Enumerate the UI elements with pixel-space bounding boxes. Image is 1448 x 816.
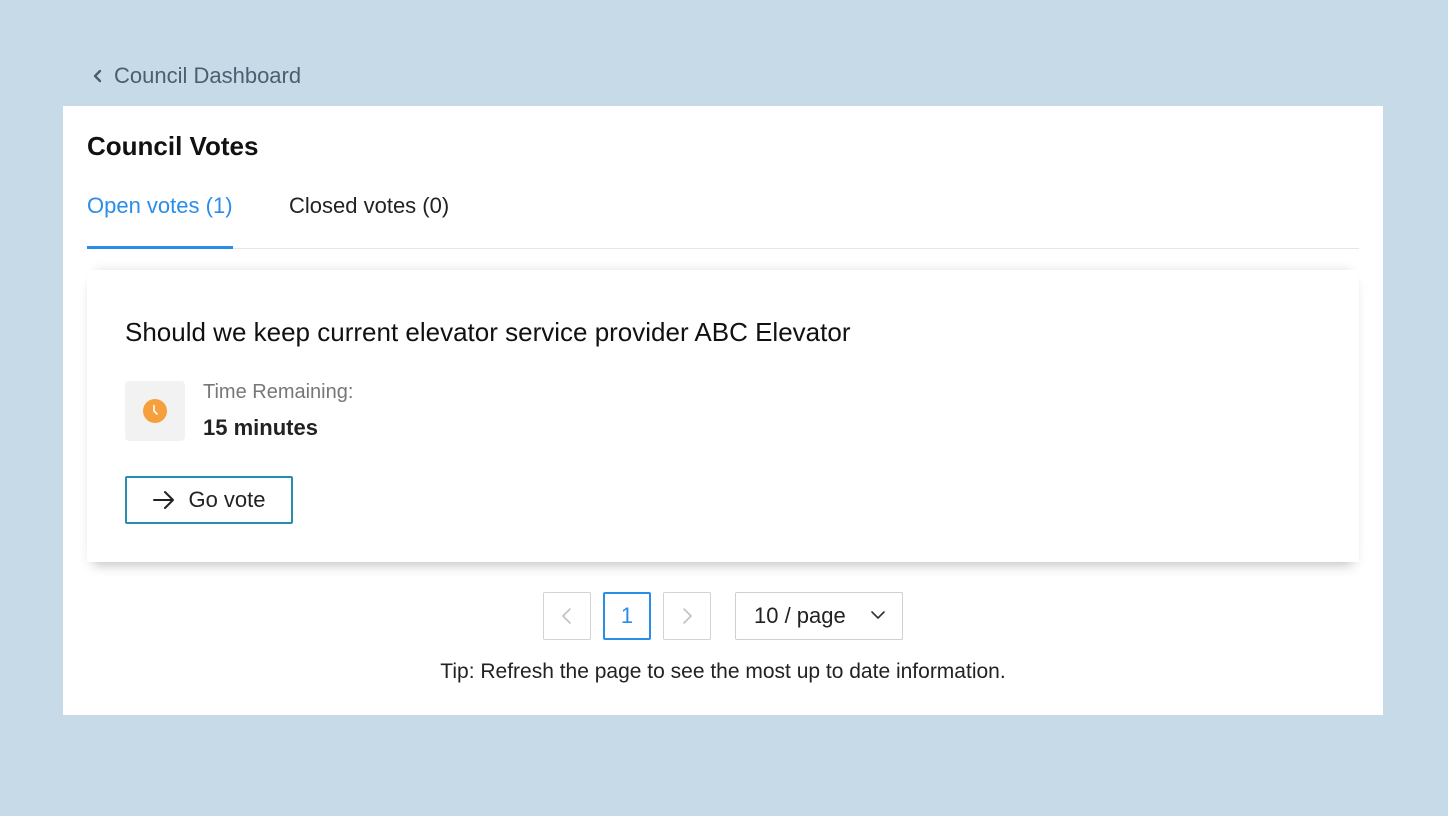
clock-icon-container bbox=[125, 381, 185, 441]
council-votes-panel: Council Votes Open votes (1) Closed vote… bbox=[63, 106, 1383, 715]
vote-card: Should we keep current elevator service … bbox=[87, 281, 1359, 562]
time-remaining-label: Time Remaining: bbox=[203, 381, 354, 403]
vote-question: Should we keep current elevator service … bbox=[125, 317, 851, 347]
page: { "breadcrumb": { "label": "Council Dash… bbox=[0, 0, 1448, 816]
tab-closed-votes[interactable]: Closed votes (0) bbox=[289, 190, 449, 248]
page-size-value: 10 / page bbox=[754, 603, 846, 628]
chevron-left-icon bbox=[90, 68, 106, 84]
go-vote-label: Go vote bbox=[188, 487, 266, 512]
tab-open-votes[interactable]: Open votes (1) bbox=[87, 190, 233, 249]
prev-page-button[interactable] bbox=[543, 592, 591, 640]
clock-icon bbox=[143, 399, 167, 423]
vote-tabs: Open votes (1) Closed votes (0) bbox=[87, 190, 1359, 249]
breadcrumb-label: Council Dashboard bbox=[114, 63, 302, 88]
vote-list: Should we keep current elevator service … bbox=[87, 270, 1359, 562]
page-number-button[interactable]: 1 bbox=[603, 592, 651, 640]
page-title: Council Votes bbox=[87, 131, 259, 161]
next-page-button[interactable] bbox=[663, 592, 711, 640]
current-page-number: 1 bbox=[620, 603, 634, 628]
time-remaining-value: 15 minutes bbox=[203, 415, 318, 440]
go-vote-button[interactable]: Go vote bbox=[125, 476, 293, 524]
refresh-tip: Tip: Refresh the page to see the most up… bbox=[440, 660, 1006, 683]
chevron-right-icon bbox=[683, 608, 692, 624]
chevron-down-icon bbox=[871, 611, 885, 619]
arrow-right-icon bbox=[152, 488, 176, 512]
breadcrumb-back-link[interactable]: Council Dashboard bbox=[90, 62, 301, 90]
chevron-left-icon bbox=[562, 608, 571, 624]
page-size-select[interactable]: 10 / page bbox=[735, 592, 903, 640]
